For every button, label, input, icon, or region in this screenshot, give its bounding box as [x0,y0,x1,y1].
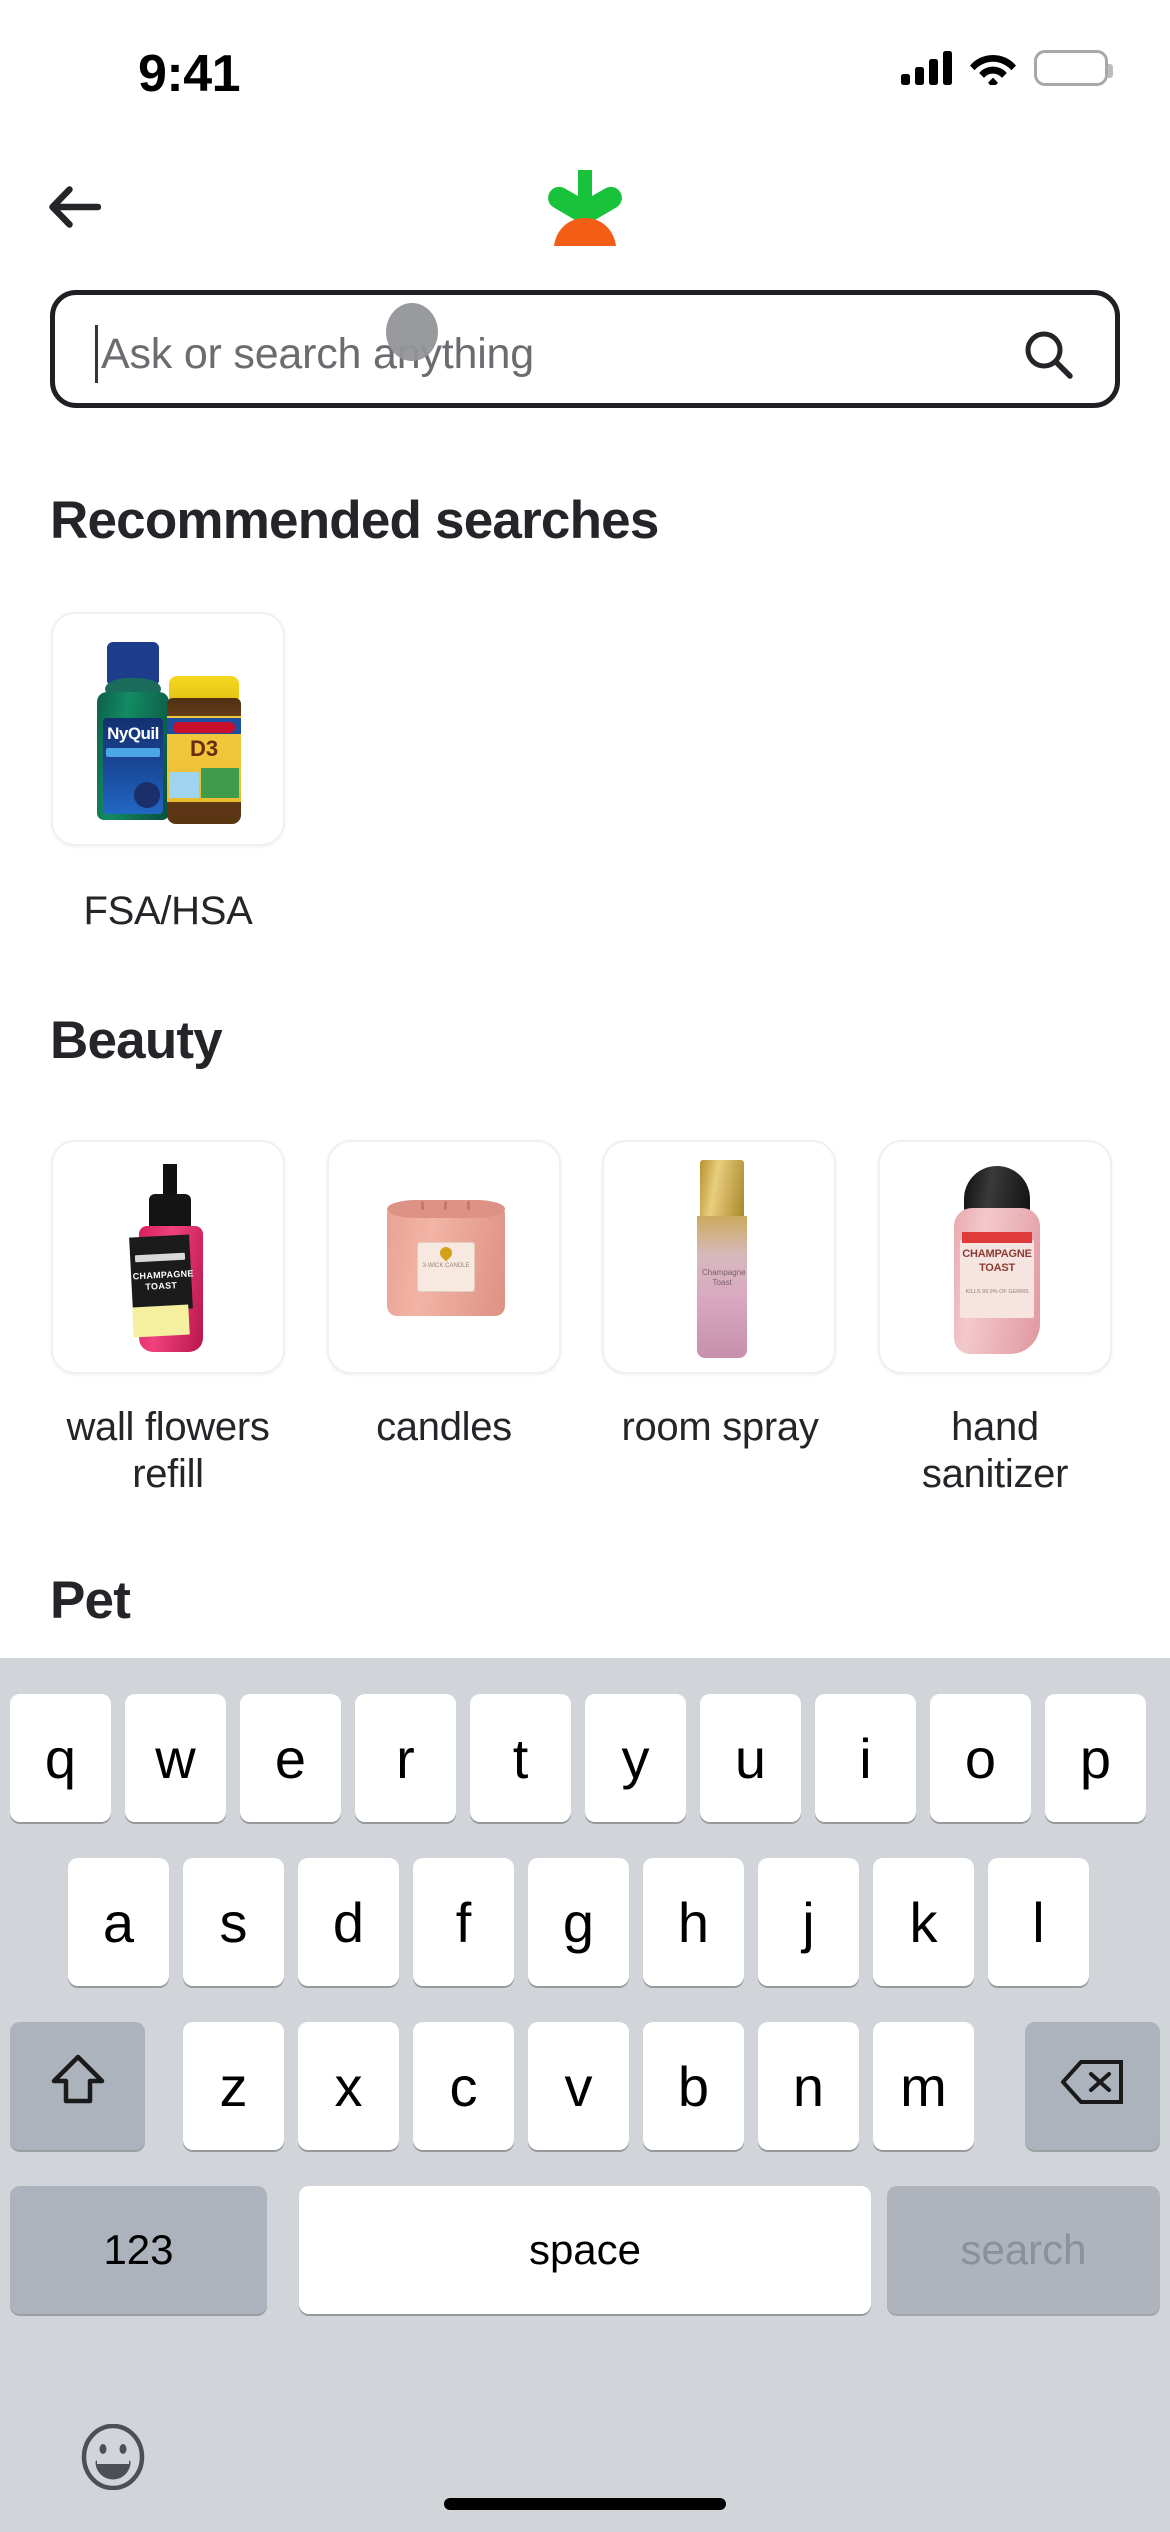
key-p[interactable]: p [1045,1694,1146,1822]
wallflower-refill-art: CHAMPAGNE TOAST [125,1164,217,1356]
status-bar: 9:41 [0,0,1170,120]
key-o[interactable]: o [930,1694,1031,1822]
section-title-recommended-searches: Recommended searches [50,491,659,550]
status-bar-time: 9:41 [138,45,241,103]
nyquil-brand-text: NyQuil [107,724,159,743]
key-k[interactable]: k [873,1858,974,1986]
search-input[interactable]: Ask or search anything [50,290,1120,408]
shift-arrow-icon [50,2051,106,2122]
key-y[interactable]: y [585,1694,686,1822]
back-arrow-icon [49,185,102,234]
cellular-signal-icon [901,51,952,85]
wallflower-scent-text: CHAMPAGNE TOAST [132,1268,194,1292]
tile-label-fsa-hsa: FSA/HSA [83,889,253,933]
product-image-hand-sanitizer: CHAMPAGNE TOAST KILLS 99.9% OF GERMS [880,1142,1110,1372]
product-image-room-spray: Champagne Toast [604,1142,834,1372]
beauty-tile-hand-sanitizer[interactable]: CHAMPAGNE TOAST KILLS 99.9% OF GERMS [878,1140,1112,1374]
d3-brand-text: D3 [189,736,219,761]
wifi-icon [969,51,1017,88]
key-h[interactable]: h [643,1858,744,1986]
backspace-delete-icon [1059,2054,1125,2119]
key-r[interactable]: r [355,1694,456,1822]
candle-sub-text: 3-WICK CANDLE [422,1263,470,1269]
sanitizer-sub-text: KILLS 99.9% OF GERMS [965,1289,1029,1295]
status-bar-icons [901,46,1113,90]
key-z[interactable]: z [183,2022,284,2150]
key-q[interactable]: q [10,1694,111,1822]
nyquil-bottle-art: NyQuil [93,642,173,820]
key-t[interactable]: t [470,1694,571,1822]
navigation-bar [0,152,1170,262]
tile-label-hand-sanitizer: hand sanitizer [921,1405,1069,1497]
hand-sanitizer-art: CHAMPAGNE TOAST KILLS 99.9% OF GERMS [948,1166,1046,1354]
shift-key[interactable] [10,2022,145,2150]
key-d[interactable]: d [298,1858,399,1986]
nature-made-d3-bottle-art: D3 [165,676,243,824]
tile-label-room-spray: room spray [621,1405,819,1449]
tile-label-candles: candles [376,1405,512,1449]
recommended-search-tile-fsa-hsa[interactable]: NyQuil D3 [51,612,285,846]
key-i[interactable]: i [815,1694,916,1822]
emoji-smiley-icon[interactable] [80,2423,146,2491]
room-spray-art: Champagne Toast [692,1160,752,1358]
key-g[interactable]: g [528,1858,629,1986]
section-title-beauty: Beauty [50,1011,223,1070]
battery-full-icon [1034,50,1113,86]
key-n[interactable]: n [758,2022,859,2150]
key-f[interactable]: f [413,1858,514,1986]
key-u[interactable]: u [700,1694,801,1822]
backspace-key[interactable] [1025,2022,1160,2150]
key-c[interactable]: c [413,2022,514,2150]
key-e[interactable]: e [240,1694,341,1822]
search-return-key[interactable]: search [887,2186,1160,2314]
key-b[interactable]: b [643,2022,744,2150]
tile-label-wall-flowers-refill: wall flowers refill [66,1405,270,1497]
instacart-carrot-logo [520,166,650,252]
back-button[interactable] [30,164,120,254]
search-icon[interactable] [1023,329,1075,381]
key-s[interactable]: s [183,1858,284,1986]
key-l[interactable]: l [988,1858,1089,1986]
numeric-key[interactable]: 123 [10,2186,267,2314]
phone-screen: 9:41 Ask or search anything Recommended … [0,0,1170,2532]
key-w[interactable]: w [125,1694,226,1822]
room-spray-scent-text: Champagne Toast [702,1268,746,1288]
sanitizer-scent-text: CHAMPAGNE TOAST [962,1248,1032,1274]
key-a[interactable]: a [68,1858,169,1986]
beauty-tile-wall-flowers-refill[interactable]: CHAMPAGNE TOAST [51,1140,285,1374]
beauty-tile-candles[interactable]: 3-WICK CANDLE [327,1140,561,1374]
key-x[interactable]: x [298,2022,399,2150]
key-m[interactable]: m [873,2022,974,2150]
product-image-fsa-hsa: NyQuil D3 [53,614,283,844]
key-v[interactable]: v [528,2022,629,2150]
beauty-tile-room-spray[interactable]: Champagne Toast [602,1140,836,1374]
space-key[interactable]: space [299,2186,871,2314]
section-title-pet: Pet [50,1571,131,1630]
search-placeholder: Ask or search anything [101,329,534,378]
on-screen-keyboard: q w e r t y u i o p a s d f g h j k l z … [0,1658,1170,2532]
product-image-candles: 3-WICK CANDLE [329,1142,559,1372]
home-indicator-bar [444,2498,726,2510]
text-caret [95,325,98,383]
product-image-wall-flowers-refill: CHAMPAGNE TOAST [53,1142,283,1372]
candle-art: 3-WICK CANDLE [387,1200,505,1320]
key-j[interactable]: j [758,1858,859,1986]
